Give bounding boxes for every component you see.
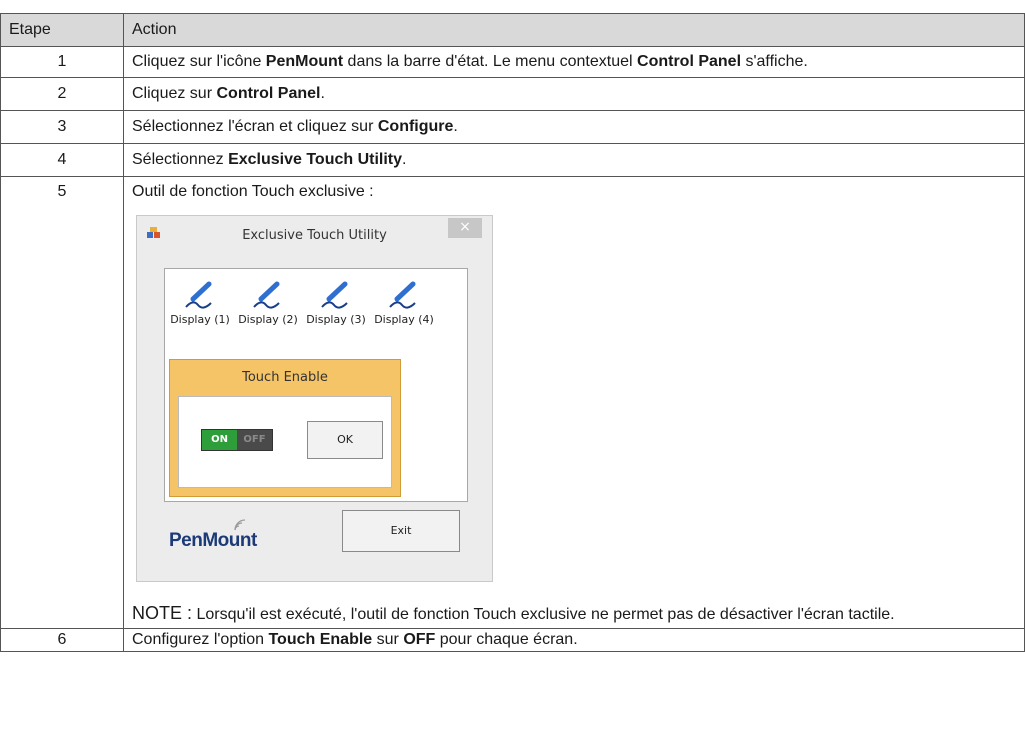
step-row: 5 Outil de fonction Touch exclusive : Ex…: [0, 176, 1025, 629]
action-bold: Configure: [377, 118, 454, 135]
touch-enable-title: Touch Enable: [242, 370, 328, 385]
display-4-item[interactable]: Display (4): [373, 281, 435, 326]
action-text: .: [402, 151, 407, 168]
display-label: Display (3): [306, 313, 366, 326]
header-action: Action: [123, 13, 1025, 47]
action-text: sur: [372, 631, 404, 648]
step-action: Sélectionnez l'écran et cliquez sur Conf…: [123, 110, 1025, 144]
exclusive-touch-utility-dialog: Exclusive Touch Utility × Display (1) Di…: [136, 215, 493, 582]
note-paragraph: NOTE : Lorsqu'il est exécuté, l'outil de…: [132, 600, 1016, 628]
action-bold: Exclusive Touch Utility: [228, 151, 403, 168]
action-text: .: [320, 85, 325, 102]
toggle-off-label: OFF: [237, 430, 272, 450]
action-text: Cliquez sur: [132, 85, 217, 102]
step-row: 4 Sélectionnez Exclusive Touch Utility.: [0, 143, 1025, 177]
action-bold: Touch Enable: [268, 631, 373, 648]
touch-enable-group: Touch Enable ON OFF OK: [169, 359, 401, 497]
step-action: Sélectionnez Exclusive Touch Utility.: [123, 143, 1025, 177]
step-number: 2: [0, 77, 124, 111]
step-number: 5: [0, 176, 124, 629]
action-bold: OFF: [403, 631, 436, 648]
step-number: 3: [0, 110, 124, 144]
dialog-title-bar: Exclusive Touch Utility ×: [137, 216, 492, 252]
toggle-on-label: ON: [202, 430, 237, 450]
header-step: Etape: [0, 13, 124, 47]
action-bold: Control Panel: [216, 85, 321, 102]
step-number: 6: [0, 628, 124, 652]
action-bold: Control Panel: [637, 53, 742, 70]
signal-waves-icon: [234, 519, 246, 531]
step-action: Configurez l'option Touch Enable sur OFF…: [123, 628, 1025, 652]
steps-table: Etape Action 1 Cliquez sur l'icône PenMo…: [0, 13, 1025, 652]
step-number: 4: [0, 143, 124, 177]
action-text: Cliquez sur l'icône: [132, 53, 266, 70]
touch-enable-toggle[interactable]: ON OFF: [201, 429, 273, 451]
display-1-item[interactable]: Display (1): [169, 281, 231, 326]
action-text: .: [453, 118, 458, 135]
header-row: Etape Action: [0, 13, 1025, 47]
step-action: Cliquez sur Control Panel.: [123, 77, 1025, 111]
action-bold: PenMount: [265, 53, 344, 70]
display-3-item[interactable]: Display (3): [305, 281, 367, 326]
step-number: 1: [0, 46, 124, 78]
penmount-logo: PenMount: [169, 530, 257, 551]
action-text: Outil de fonction Touch exclusive :: [132, 183, 374, 200]
action-text: pour chaque écran.: [435, 631, 578, 648]
exit-button[interactable]: Exit: [342, 510, 460, 552]
note-label: NOTE :: [132, 603, 193, 623]
pen-icon: [389, 281, 416, 309]
step-row: 1 Cliquez sur l'icône PenMount dans la b…: [0, 46, 1025, 78]
step-row: 3 Sélectionnez l'écran et cliquez sur Co…: [0, 110, 1025, 144]
action-text: Configurez l'option: [132, 631, 269, 648]
step-row: 2 Cliquez sur Control Panel.: [0, 77, 1025, 111]
action-text: s'affiche.: [741, 53, 808, 70]
pen-icon: [253, 281, 280, 309]
pen-icon: [321, 281, 348, 309]
dialog-title: Exclusive Touch Utility: [242, 228, 387, 243]
action-text: dans la barre d'état. Le menu contextuel: [343, 53, 638, 70]
step-row: 6 Configurez l'option Touch Enable sur O…: [0, 628, 1025, 652]
display-label: Display (1): [170, 313, 230, 326]
display-label: Display (2): [238, 313, 298, 326]
action-text: Sélectionnez l'écran et cliquez sur: [132, 118, 378, 135]
step-action: Outil de fonction Touch exclusive : Excl…: [123, 176, 1025, 629]
action-text: Sélectionnez: [132, 151, 229, 168]
close-button[interactable]: ×: [448, 218, 482, 238]
step-action: Cliquez sur l'icône PenMount dans la bar…: [123, 46, 1025, 78]
touch-enable-inner: ON OFF OK: [178, 396, 392, 488]
display-label: Display (4): [374, 313, 434, 326]
note-text: Lorsqu'il est exécuté, l'outil de foncti…: [192, 606, 895, 623]
ok-button[interactable]: OK: [307, 421, 383, 459]
pen-icon: [185, 281, 212, 309]
display-2-item[interactable]: Display (2): [237, 281, 299, 326]
